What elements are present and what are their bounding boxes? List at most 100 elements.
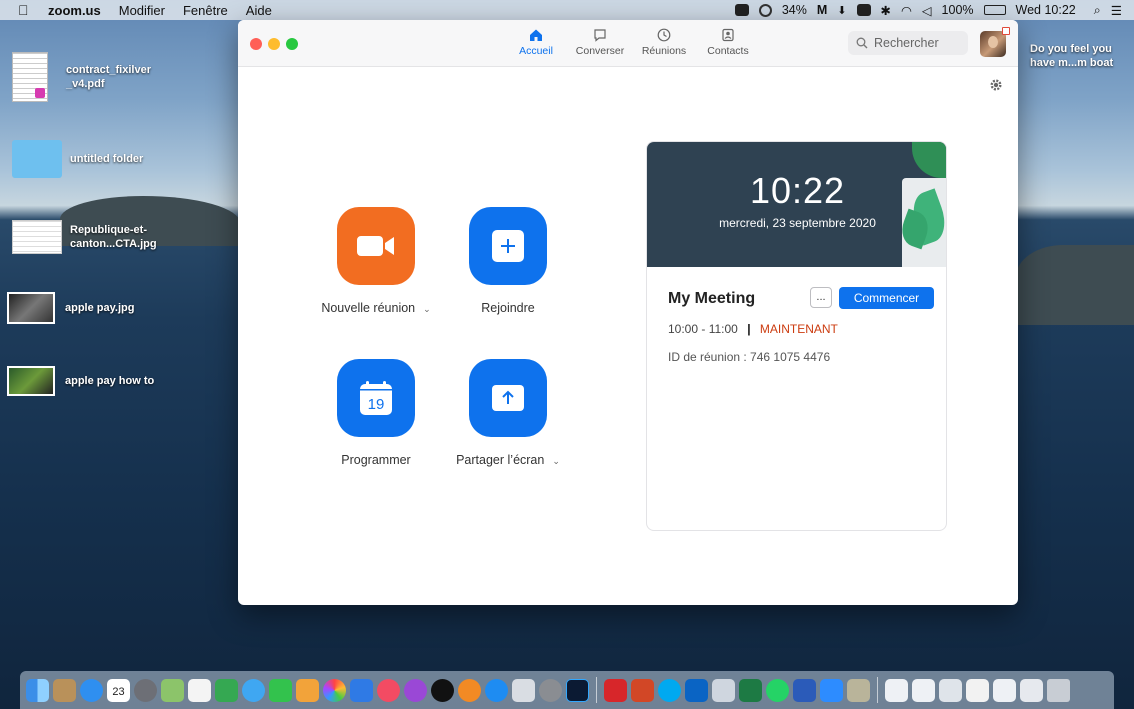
schedule-label[interactable]: Programmer [321, 453, 431, 467]
card-date: mercredi, 23 septembre 2020 [719, 216, 876, 230]
malwarebytes-icon[interactable]: M [817, 3, 827, 17]
battery-percent: 100% [941, 3, 974, 17]
menu-edit[interactable]: Modifier [119, 3, 165, 18]
join-button[interactable] [469, 207, 547, 285]
share-screen-label[interactable]: Partager l’écran ⌄ [453, 453, 563, 467]
share-screen-button[interactable] [469, 359, 547, 437]
recent-document-icon[interactable] [912, 678, 935, 702]
title-bar: Accueil Converser Réunions Contacts Rech… [238, 20, 1018, 67]
text-app-icon[interactable] [856, 4, 871, 16]
desktop-file-applepay[interactable]: apple pay.jpg [7, 292, 155, 324]
books-app-icon[interactable] [458, 678, 481, 702]
spotlight-search-icon[interactable]: ⌕ [1094, 3, 1101, 18]
pages-app-icon[interactable] [296, 678, 319, 702]
more-options-button[interactable]: ... [810, 287, 832, 308]
new-meeting-label[interactable]: Nouvelle réunion ⌄ [321, 301, 431, 315]
calendar-day: 19 [368, 396, 385, 413]
calendar-badge-icon [1002, 27, 1010, 35]
trash-icon[interactable] [1047, 678, 1070, 702]
schedule-button[interactable]: 19 [337, 359, 415, 437]
desktop-file-jpg[interactable]: Republique-et-canton...CTA.jpg [12, 220, 160, 254]
schedule-action: 19 Programmer [321, 359, 431, 467]
tab-contacts[interactable]: Contacts [696, 28, 760, 57]
volume-icon[interactable]: ◁ [922, 3, 932, 18]
apple-logo-icon[interactable]:  [18, 2, 32, 18]
numbers-app-icon[interactable] [215, 678, 238, 702]
whatsapp-icon[interactable] [766, 678, 789, 702]
recent-document-icon[interactable] [993, 678, 1016, 702]
menubar-clock[interactable]: Wed 10:22 [1016, 3, 1076, 17]
card-clock: 10:22 [749, 170, 846, 211]
calendar-app-icon[interactable]: 23 [107, 678, 130, 702]
tab-chat[interactable]: Converser [568, 28, 632, 57]
keychain-icon[interactable] [847, 678, 870, 702]
skype-icon[interactable] [658, 678, 681, 702]
podcasts-app-icon[interactable] [404, 678, 427, 702]
app-store-icon[interactable] [485, 678, 508, 702]
recent-document-icon[interactable] [966, 678, 989, 702]
preview-app-icon[interactable] [512, 678, 535, 702]
new-meeting-action: Nouvelle réunion ⌄ [321, 207, 431, 315]
facetime-icon[interactable] [269, 678, 292, 702]
progress-ring-icon[interactable] [758, 3, 772, 17]
chevron-down-icon[interactable]: ⌄ [423, 304, 431, 315]
main-tabs: Accueil Converser Réunions Contacts [504, 28, 760, 57]
clock-icon [657, 28, 671, 42]
safari-icon[interactable] [80, 678, 103, 702]
close-window-button[interactable] [250, 38, 262, 50]
zoom-app-icon[interactable] [820, 678, 843, 702]
desktop-file-pdf[interactable]: contract_fixilver _v4.pdf [12, 52, 156, 102]
excel-icon[interactable] [739, 678, 762, 702]
video-camera-icon [357, 236, 394, 256]
recent-document-icon[interactable] [939, 678, 962, 702]
reminders-app-icon[interactable] [188, 678, 211, 702]
chevron-down-icon[interactable]: ⌄ [552, 456, 560, 467]
wifi-icon[interactable]: ◠ [901, 3, 912, 18]
keynote-app-icon[interactable] [350, 678, 373, 702]
photoshop-icon[interactable] [566, 678, 589, 702]
search-input[interactable]: Rechercher [848, 31, 968, 55]
music-app-icon[interactable] [377, 678, 400, 702]
notes-app-icon[interactable] [53, 678, 76, 702]
system-preferences-icon[interactable] [539, 678, 562, 702]
dock: 23 [20, 671, 1114, 709]
battery-icon[interactable] [983, 5, 1006, 15]
messages-app-icon[interactable] [242, 678, 265, 702]
minimize-window-button[interactable] [268, 38, 280, 50]
recent-document-icon[interactable] [885, 678, 908, 702]
menu-window[interactable]: Fenêtre [183, 3, 228, 18]
maps-app-icon[interactable] [161, 678, 184, 702]
new-meeting-button[interactable] [337, 207, 415, 285]
desktop-file-applepay-howto[interactable]: apple pay how to [7, 366, 155, 396]
apple-tv-icon[interactable] [431, 678, 454, 702]
outlook-icon[interactable] [685, 678, 708, 702]
zoom-status-icon[interactable] [734, 4, 749, 16]
finder-icon[interactable] [26, 678, 49, 702]
acrobat-icon[interactable] [604, 678, 627, 702]
notification-banner[interactable]: Do you feel you have m...m boat [1030, 42, 1130, 70]
desktop-folder[interactable]: untitled folder [12, 140, 160, 178]
desktop-file-label: contract_fixilver _v4.pdf [66, 64, 151, 90]
launchpad-icon[interactable] [134, 678, 157, 702]
menu-help[interactable]: Aide [246, 3, 272, 18]
pdf-file-icon [12, 52, 48, 102]
bluetooth-icon[interactable]: ✱ [881, 3, 891, 18]
word-icon[interactable] [793, 678, 816, 702]
mail-app-icon[interactable] [712, 678, 735, 702]
tab-home[interactable]: Accueil [504, 28, 568, 57]
powerpoint-icon[interactable] [631, 678, 654, 702]
start-meeting-button[interactable]: Commencer [839, 287, 934, 309]
downloads-stack-icon[interactable] [1020, 678, 1043, 702]
meeting-time-row: 10:00 - 11:00 | MAINTENANT [668, 322, 838, 336]
image-file-icon [7, 292, 55, 324]
tab-meetings[interactable]: Réunions [632, 28, 696, 57]
meeting-time-separator: | [747, 322, 751, 336]
zoom-window-button[interactable] [286, 38, 298, 50]
status-app-icon[interactable]: ⬇ [837, 4, 846, 17]
control-center-icon[interactable]: ☰ [1111, 3, 1122, 18]
photos-app-icon[interactable] [323, 678, 346, 702]
menu-app-name[interactable]: zoom.us [48, 3, 101, 18]
settings-gear-icon[interactable] [990, 79, 1002, 91]
meeting-time-range: 10:00 - 11:00 [668, 322, 738, 336]
join-label[interactable]: Rejoindre [453, 301, 563, 315]
